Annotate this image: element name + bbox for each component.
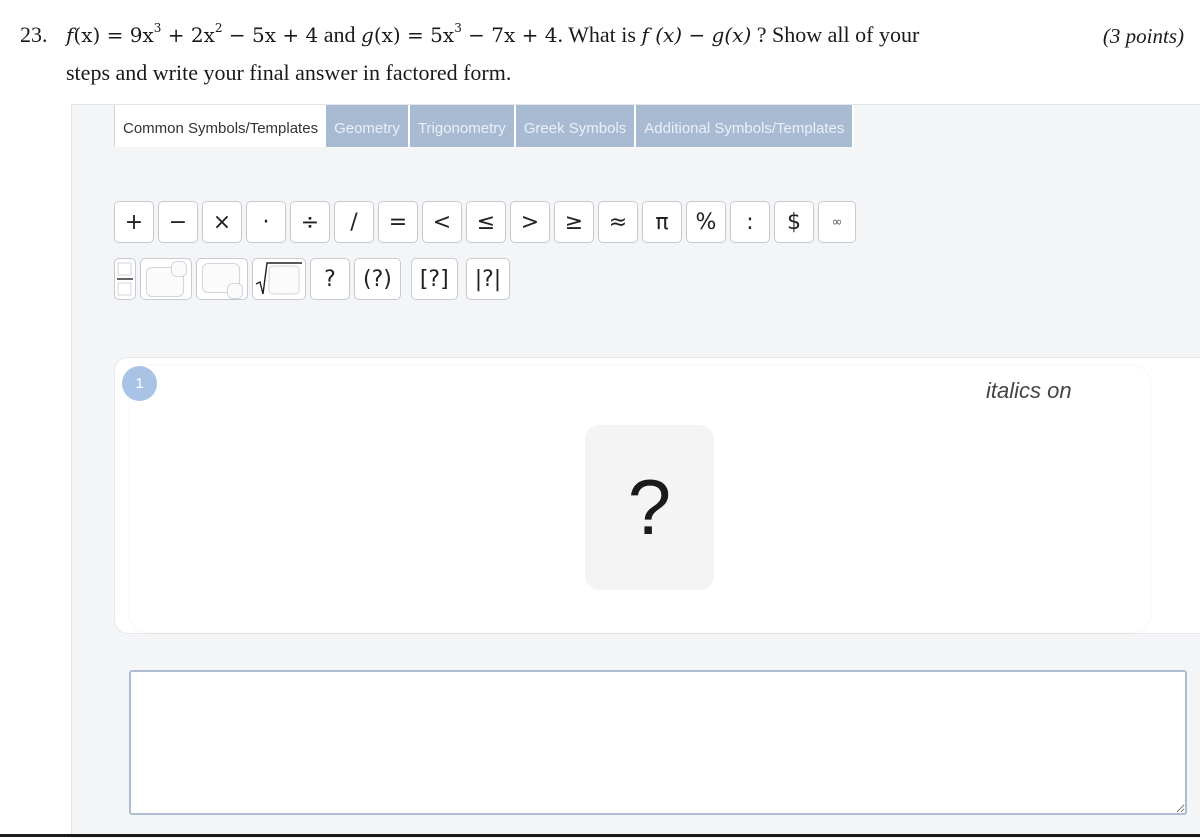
colon-button[interactable]: :	[730, 201, 770, 243]
step-number-badge: 1	[122, 366, 157, 401]
difference-expression: f (x) − g(x)	[641, 23, 752, 47]
italics-status: italics on	[986, 378, 1072, 403]
tab-geometry[interactable]: Geometry	[326, 105, 410, 147]
and-word: and	[318, 22, 361, 47]
response-textarea[interactable]	[129, 670, 1187, 815]
absolute-value-button[interactable]: |?|	[465, 258, 511, 300]
equals-button[interactable]: =	[378, 201, 418, 243]
ask-prefix: . What is	[557, 22, 642, 47]
equation-placeholder[interactable]: ?	[585, 425, 714, 590]
points-label: (3 points)	[1102, 24, 1184, 48]
tab-greek-symbols[interactable]: Greek Symbols	[515, 105, 637, 147]
plus-button[interactable]: +	[114, 201, 154, 243]
square-root-icon	[255, 262, 302, 295]
placeholder-button[interactable]: ?	[310, 258, 350, 300]
fraction-template-button[interactable]	[114, 258, 136, 300]
less-than-button[interactable]: <	[422, 201, 462, 243]
symbol-palette-row-1: + − × · ÷ / = < ≤ > ≥ ≈ π % : $ ∞	[114, 201, 856, 243]
parentheses-button[interactable]: (?)	[354, 258, 401, 300]
symbol-palette-row-2: ? (?) [?] |?|	[114, 258, 511, 300]
dot-button[interactable]: ·	[246, 201, 286, 243]
g-definition: g(x) = 5x3 − 7x + 4	[361, 21, 558, 47]
subscript-box-icon	[227, 283, 243, 299]
superscript-template-button[interactable]	[140, 258, 192, 300]
question-text-line2: steps and write your final answer in fac…	[66, 60, 512, 85]
fraction-icon	[117, 262, 133, 296]
subscript-template-button[interactable]	[196, 258, 248, 300]
question-text-line1: f(x) = 9x3 + 2x2 − 5x + 4 and g(x) = 5x3…	[66, 22, 919, 48]
infinity-button[interactable]: ∞	[818, 201, 856, 243]
greater-equal-button[interactable]: ≥	[554, 201, 594, 243]
slash-button[interactable]: /	[334, 201, 374, 243]
approx-button[interactable]: ≈	[598, 201, 638, 243]
brackets-button[interactable]: [?]	[410, 258, 458, 300]
ask-suffix: ? Show all of your	[751, 22, 920, 47]
percent-button[interactable]: %	[686, 201, 726, 243]
tab-common-symbols[interactable]: Common Symbols/Templates	[114, 105, 327, 147]
divide-button[interactable]: ÷	[290, 201, 330, 243]
square-root-button[interactable]	[252, 258, 306, 300]
tab-additional-symbols[interactable]: Additional Symbols/Templates	[636, 105, 855, 147]
question-number: 23.	[20, 22, 48, 47]
superscript-box-icon	[171, 261, 187, 277]
symbol-tab-strip: Common Symbols/Templates Geometry Trigon…	[114, 105, 855, 147]
greater-than-button[interactable]: >	[510, 201, 550, 243]
dollar-button[interactable]: $	[774, 201, 814, 243]
f-definition: f(x) = 9x3 + 2x2 − 5x + 4	[66, 21, 319, 47]
pi-button[interactable]: π	[642, 201, 682, 243]
minus-button[interactable]: −	[158, 201, 198, 243]
tab-trigonometry[interactable]: Trigonometry	[409, 105, 516, 147]
less-equal-button[interactable]: ≤	[466, 201, 506, 243]
times-button[interactable]: ×	[202, 201, 242, 243]
